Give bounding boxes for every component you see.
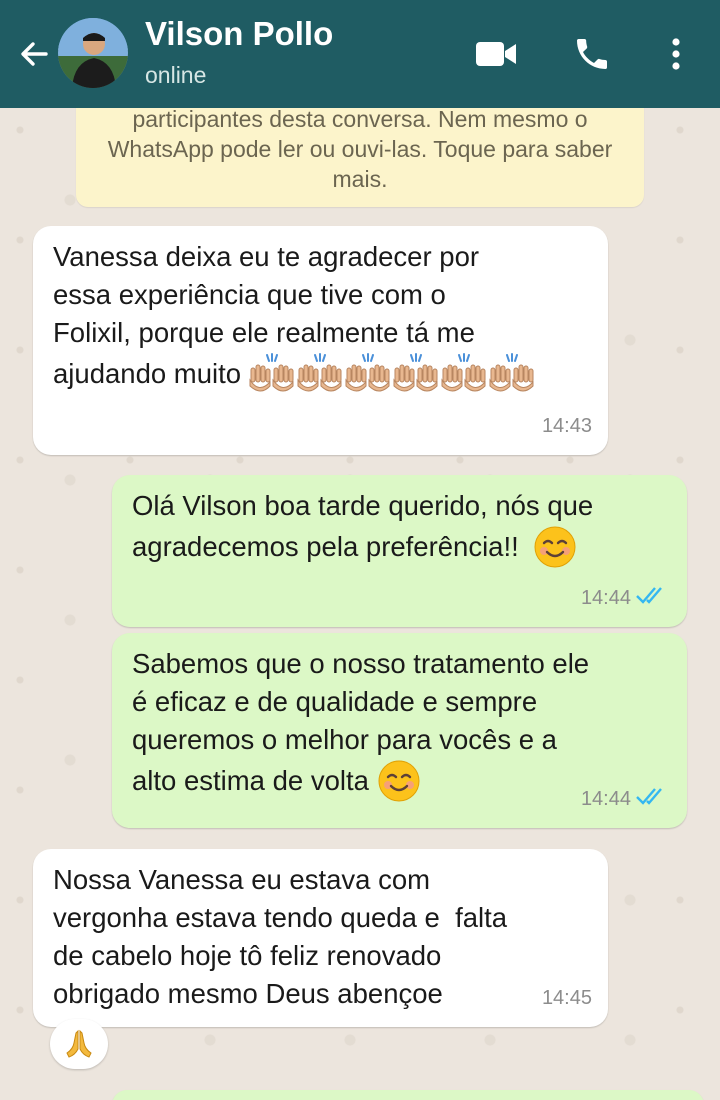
message-line: Sabemos que o nosso tratamento ele <box>132 648 590 679</box>
phone-icon[interactable] <box>570 32 614 76</box>
message-line: essa experiência que tive com o <box>53 279 446 310</box>
message-timestamp: 14:43 <box>541 415 592 437</box>
message-reaction[interactable] <box>50 1019 108 1069</box>
message-line: é eficaz e de qualidade e sempre <box>132 686 538 717</box>
message-line: queremos o melhor para vocês e a <box>132 724 557 755</box>
message-line: ajudando muito <box>53 358 242 389</box>
message-timestamp: 14:44 <box>580 587 631 609</box>
chat-header: Vilson Pollo online <box>0 0 720 108</box>
encryption-banner[interactable]: participantes desta conversa. Nem mesmo … <box>76 100 644 207</box>
message-bubble-outgoing[interactable]: Olá Vilson boa tarde querido, nós que ag… <box>112 475 687 627</box>
contact-name[interactable]: Vilson Pollo <box>145 15 333 53</box>
message-line: Vanessa deixa eu te agradecer por <box>53 241 480 272</box>
raising-hands-icon <box>247 352 537 396</box>
more-options-icon[interactable] <box>654 32 698 76</box>
message-line: de cabelo hoje tô feliz renovado <box>53 940 442 971</box>
back-arrow-icon[interactable] <box>14 34 54 74</box>
message-line: Olá Vilson boa tarde querido, nós que <box>132 490 594 521</box>
message-timestamp: 14:45 <box>541 987 592 1009</box>
message-bubble-outgoing[interactable] <box>112 1090 704 1100</box>
message-bubble-incoming[interactable]: Vanessa deixa eu te agradecer por essa e… <box>33 226 608 455</box>
message-line: obrigado mesmo Deus abençoe <box>53 978 443 1009</box>
video-call-icon[interactable] <box>474 32 518 76</box>
read-receipt-icon <box>635 577 669 615</box>
message-bubble-outgoing[interactable]: Sabemos que o nosso tratamento ele é efi… <box>112 633 687 828</box>
smiling-face-icon <box>533 525 577 569</box>
message-line: alto estima de volta <box>132 765 369 796</box>
read-receipt-icon <box>635 778 669 816</box>
message-line: Folixil, porque ele realmente tá me <box>53 317 475 348</box>
message-line: Nossa Vanessa eu estava com <box>53 864 431 895</box>
message-bubble-incoming[interactable]: Nossa Vanessa eu estava com vergonha est… <box>33 849 608 1027</box>
message-line: agradecemos pela preferência!! <box>132 531 519 562</box>
smiling-face-icon <box>377 759 421 803</box>
encryption-banner-text: participantes desta conversa. Nem mesmo … <box>107 106 613 192</box>
contact-status: online <box>145 62 207 88</box>
message-line: vergonha estava tendo queda e falta <box>53 902 508 933</box>
avatar[interactable] <box>58 18 128 88</box>
folded-hands-icon <box>63 1027 95 1061</box>
message-timestamp: 14:44 <box>580 788 631 810</box>
